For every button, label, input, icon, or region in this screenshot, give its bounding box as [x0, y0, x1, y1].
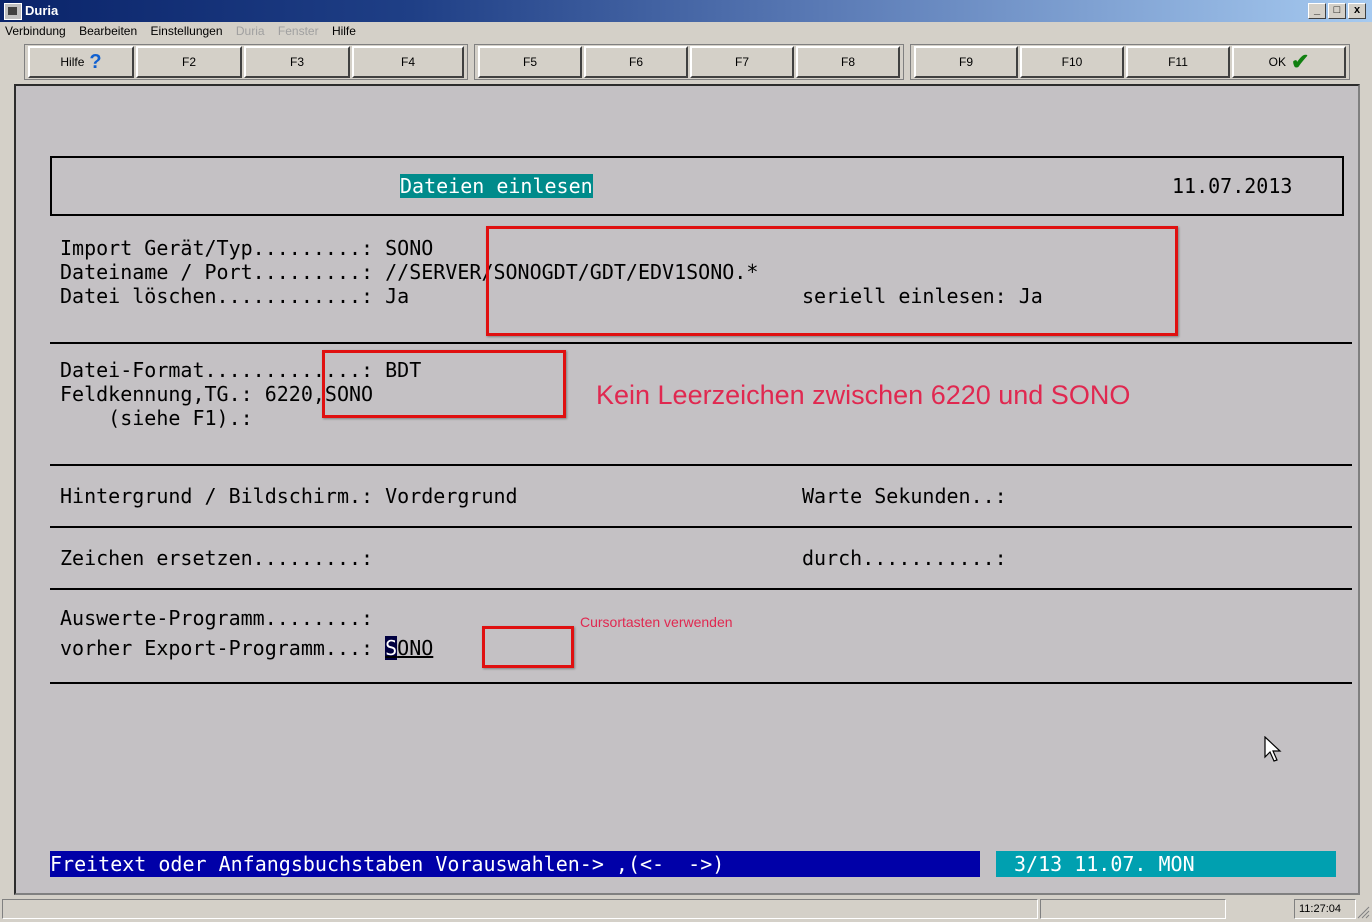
menu-fenster: Fenster: [277, 24, 319, 38]
vorher-row: vorher Export-Programm...: SONO: [60, 636, 433, 660]
divider: [50, 342, 1352, 344]
hinter-row: Hintergrund / Bildschirm.: Vordergrund: [60, 484, 518, 508]
maximize-button[interactable]: □: [1328, 3, 1346, 19]
window-title: Duria: [25, 3, 59, 18]
app-icon[interactable]: [4, 3, 22, 20]
divider: [50, 588, 1352, 590]
f3-button[interactable]: F3: [244, 46, 350, 78]
ok-label: OK: [1268, 55, 1286, 69]
divider: [50, 464, 1352, 466]
siehe-label: (siehe F1).:: [60, 406, 253, 430]
statusbar-pane-2: [1040, 899, 1226, 919]
feld-label: Feldkennung,TG.:: [60, 382, 265, 406]
help-button[interactable]: Hilfe ?: [28, 46, 134, 78]
menu-hilfe[interactable]: Hilfe: [327, 22, 361, 38]
annotation-cursor-keys: Cursortasten verwenden: [580, 614, 733, 630]
divider: [50, 526, 1352, 528]
f8-button[interactable]: F8: [796, 46, 900, 78]
ok-button[interactable]: OK ✔: [1232, 46, 1346, 78]
delete-row: Datei löschen............: Ja: [60, 284, 409, 308]
auswerte-label: Auswerte-Programm........:: [60, 606, 374, 630]
vorher-value[interactable]: SONO: [385, 636, 433, 660]
header-date: 11.07.2013: [1172, 174, 1293, 198]
function-key-toolbar: Hilfe ? F2 F3 F4 F5 F6 F7 F8 F9 F10 F11 …: [14, 44, 1360, 80]
statusbar-clock: 11:27:04: [1294, 899, 1356, 919]
filename-label: Dateiname / Port.........:: [60, 260, 386, 284]
hinter-value[interactable]: Vordergrund: [385, 484, 517, 508]
menu-verbindung[interactable]: Verbindung: [0, 22, 71, 38]
f4-button[interactable]: F4: [352, 46, 464, 78]
f6-button[interactable]: F6: [584, 46, 688, 78]
import-label: Import Gerät/Typ.........:: [60, 236, 386, 260]
zeichen-label: Zeichen ersetzen.........:: [60, 546, 374, 570]
f11-button[interactable]: F11: [1126, 46, 1230, 78]
import-row: Import Gerät/Typ.........: SONO: [60, 236, 433, 260]
menubar: Verbindung Bearbeiten Einstellungen Duri…: [0, 22, 1372, 40]
delete-value[interactable]: Ja: [385, 284, 409, 308]
menu-einstellungen[interactable]: Einstellungen: [145, 22, 227, 38]
delete-label: Datei löschen............:: [60, 284, 386, 308]
question-icon: ?: [89, 50, 102, 73]
statusbar: 11:27:04: [0, 897, 1372, 922]
hinter-label: Hintergrund / Bildschirm.:: [60, 484, 386, 508]
page-title: Dateien einlesen: [400, 174, 593, 198]
annotation-no-space: Kein Leerzeichen zwischen 6220 und SONO: [596, 380, 1131, 410]
hint-bar: Freitext oder Anfangsbuchstaben Vorauswa…: [50, 851, 980, 877]
highlight-box-feld: [322, 350, 566, 418]
highlight-box-export: [482, 626, 574, 668]
f5-button[interactable]: F5: [478, 46, 582, 78]
terminal-screen[interactable]: Dateien einlesen 11.07.2013 Import Gerät…: [14, 84, 1360, 895]
vorher-label: vorher Export-Programm...:: [60, 636, 386, 660]
f9-button[interactable]: F9: [914, 46, 1018, 78]
header-box: [50, 156, 1344, 216]
window-titlebar[interactable]: Duria _ □ x: [0, 0, 1372, 22]
resize-grip-icon[interactable]: [1356, 905, 1370, 919]
highlight-box-import: [486, 226, 1178, 336]
window-controls: _ □ x: [1308, 3, 1366, 19]
menu-duria: Duria: [235, 24, 265, 38]
text-cursor: S: [385, 636, 398, 660]
close-button[interactable]: x: [1348, 3, 1366, 19]
f2-button[interactable]: F2: [136, 46, 242, 78]
durch-label: durch...........:: [802, 546, 1007, 570]
menu-bearbeiten[interactable]: Bearbeiten: [74, 22, 142, 38]
f7-button[interactable]: F7: [690, 46, 794, 78]
statusbar-pane-main: [2, 899, 1038, 919]
import-value[interactable]: SONO: [385, 236, 433, 260]
divider: [50, 682, 1352, 684]
vorher-rest: ONO: [397, 636, 434, 660]
help-label: Hilfe: [60, 55, 85, 69]
f10-button[interactable]: F10: [1020, 46, 1124, 78]
minimize-button[interactable]: _: [1308, 3, 1326, 19]
warte-label: Warte Sekunden..:: [802, 484, 1007, 508]
mouse-pointer-icon: [1264, 736, 1282, 762]
checkmark-icon: ✔: [1290, 49, 1310, 74]
status-field: 3/13 11.07. MON: [996, 851, 1336, 877]
